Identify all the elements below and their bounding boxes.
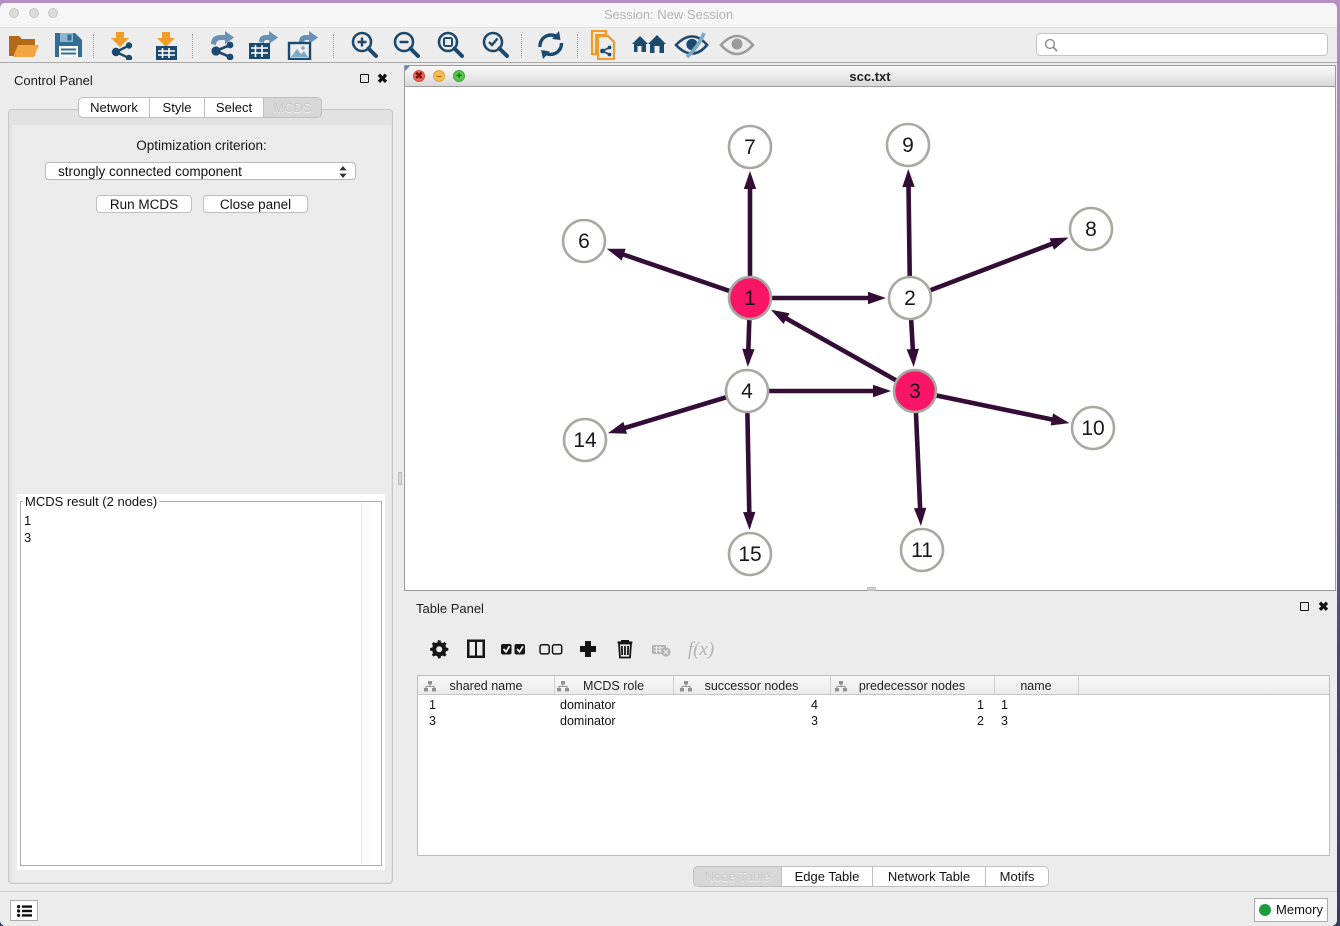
- svg-text:3: 3: [909, 380, 921, 403]
- svg-text:10: 10: [1081, 417, 1104, 440]
- svg-text:6: 6: [578, 230, 590, 253]
- svg-text:11: 11: [911, 539, 933, 562]
- svg-text:9: 9: [902, 134, 914, 157]
- svg-text:8: 8: [1085, 218, 1097, 241]
- svg-text:2: 2: [904, 287, 916, 310]
- svg-text:1: 1: [744, 287, 756, 310]
- svg-text:f(x): f(x): [688, 639, 714, 659]
- svg-text:15: 15: [738, 543, 761, 566]
- svg-text:7: 7: [744, 136, 756, 159]
- svg-text:14: 14: [573, 429, 597, 452]
- svg-text:4: 4: [741, 380, 753, 403]
